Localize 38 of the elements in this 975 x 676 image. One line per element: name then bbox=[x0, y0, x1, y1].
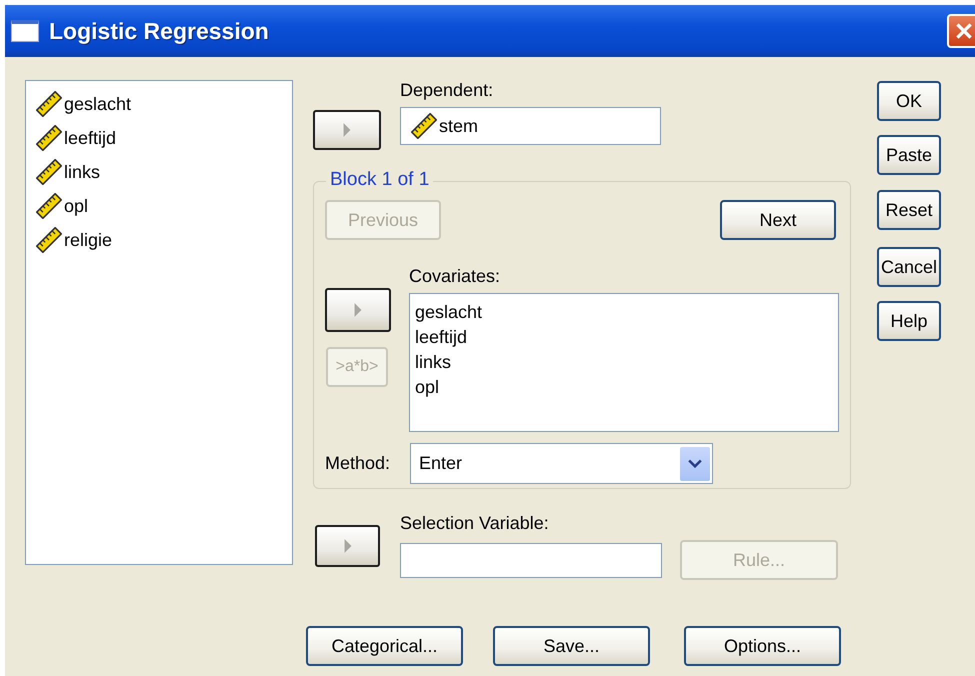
field-value: stem bbox=[439, 116, 478, 136]
field-label: Dependent: bbox=[400, 80, 494, 102]
dialog-button[interactable]: Cancel bbox=[877, 247, 941, 287]
window-title: Logistic Regression bbox=[49, 18, 270, 44]
field-label: Method: bbox=[325, 453, 392, 474]
method-dropdown[interactable]: Enter bbox=[410, 443, 713, 484]
variable-item[interactable]: links bbox=[64, 162, 100, 182]
field-label: Selection Variable: bbox=[400, 513, 550, 535]
dropdown-value: Enter bbox=[419, 453, 462, 474]
next-button[interactable]: Next bbox=[720, 200, 836, 240]
move-arrow-button[interactable] bbox=[325, 288, 391, 332]
variable-item[interactable]: geslacht bbox=[64, 94, 132, 114]
move-arrow-button[interactable] bbox=[315, 525, 380, 567]
dialog-button[interactable]: Options... bbox=[684, 626, 841, 666]
dialog-button[interactable]: OK bbox=[877, 81, 941, 121]
covariates-list[interactable]: geslacht leeftijd links opl bbox=[409, 293, 839, 432]
dialog-button[interactable]: Help bbox=[877, 301, 941, 341]
variable-item[interactable]: opl bbox=[64, 196, 88, 216]
field-label: Covariates: bbox=[409, 266, 502, 288]
list-item[interactable]: links bbox=[415, 350, 838, 375]
right-triangle-icon bbox=[342, 538, 354, 554]
dialog-button[interactable]: Categorical... bbox=[306, 626, 463, 666]
selection-variable-field[interactable] bbox=[400, 542, 662, 578]
variable-item[interactable]: leeftijd bbox=[64, 128, 116, 148]
dialog-button[interactable]: Paste bbox=[877, 135, 941, 175]
right-triangle-icon bbox=[341, 122, 353, 138]
variable-item[interactable]: religie bbox=[64, 230, 112, 250]
list-item[interactable]: opl bbox=[415, 375, 838, 400]
list-item[interactable]: geslacht bbox=[415, 300, 838, 325]
dialog-button[interactable]: Save... bbox=[493, 626, 650, 666]
list-item[interactable]: leeftijd bbox=[415, 325, 838, 350]
variable-list[interactable]: geslacht leeftijd links opl religie bbox=[25, 80, 293, 565]
dialog-button[interactable]: Reset bbox=[877, 190, 941, 230]
window-icon bbox=[11, 20, 39, 42]
dependent-field[interactable]: stem bbox=[400, 107, 661, 145]
close-button[interactable] bbox=[947, 14, 975, 48]
move-arrow-button[interactable] bbox=[313, 110, 381, 150]
right-triangle-icon bbox=[352, 302, 364, 318]
